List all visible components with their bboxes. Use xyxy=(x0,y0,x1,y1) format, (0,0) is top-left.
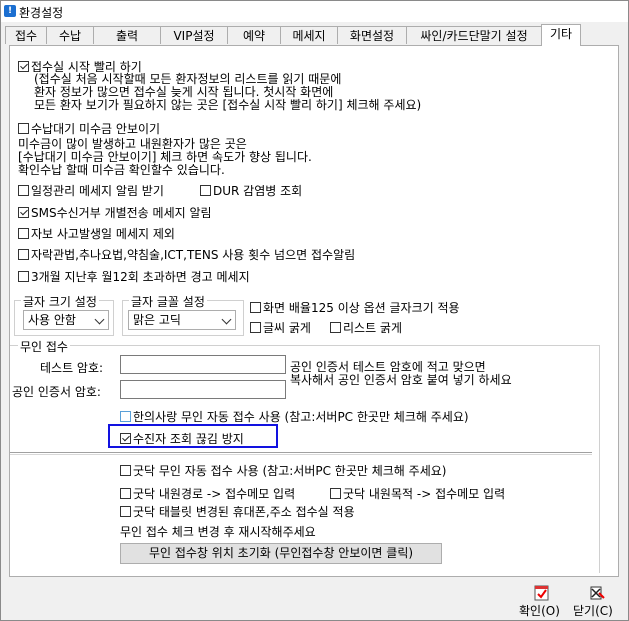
quick-start-checkbox[interactable] xyxy=(18,61,29,72)
gutdak-route-checkbox[interactable] xyxy=(120,488,131,499)
three-month-checkbox[interactable] xyxy=(18,271,29,282)
treatment-count-option[interactable]: 자락관법,추나요법,약침술,ICT,TENS 사용 횟수 넘으면 접수알림 xyxy=(18,246,355,263)
block-lookup-label: 수진자 조회 끊김 방지 xyxy=(133,432,244,446)
unpaid-hide-option[interactable]: 수납대기 미수금 안보이기 xyxy=(18,120,160,137)
tab-message[interactable]: 메세지 xyxy=(280,26,338,44)
tab-booking[interactable]: 예약 xyxy=(227,26,281,44)
gutdak-auto-checkbox[interactable] xyxy=(120,465,131,476)
dur-lookup-label: DUR 감염병 조회 xyxy=(213,184,303,198)
car-accident-option[interactable]: 자보 사고발생일 메세지 제외 xyxy=(18,225,175,242)
font-size-select[interactable]: 사용 안함 xyxy=(23,310,109,330)
oriental-auto-checkbox[interactable] xyxy=(120,411,131,422)
chevron-down-icon xyxy=(221,314,232,325)
car-accident-label: 자보 사고발생일 메세지 제외 xyxy=(31,227,175,241)
test-password-label: 테스트 암호: xyxy=(40,361,104,375)
gutdak-purpose-label: 굿닥 내원목적 -> 접수메모 입력 xyxy=(343,487,506,501)
tab-display[interactable]: 화면설정 xyxy=(337,26,407,44)
sms-reject-checkbox[interactable] xyxy=(18,207,29,218)
oriental-auto-option[interactable]: 한의사랑 무인 자동 접수 사용 (참고:서버PC 한곳만 체크해 주세요) xyxy=(120,408,469,425)
block-lookup-checkbox[interactable] xyxy=(120,433,131,444)
close-icon[interactable] xyxy=(589,584,607,601)
bold-list-option[interactable]: 리스트 굵게 xyxy=(330,319,402,336)
unpaid-hide-checkbox[interactable] xyxy=(18,123,29,134)
schedule-alarm-checkbox[interactable] xyxy=(18,185,29,196)
three-month-option[interactable]: 3개월 지난후 월12회 초과하면 경고 메세지 xyxy=(18,268,250,285)
three-month-label: 3개월 지난후 월12회 초과하면 경고 메세지 xyxy=(31,270,250,284)
cert-note-2: 복사해서 공인 인증서 암호 붙여 넣기 하세요 xyxy=(290,373,512,387)
font-size-group: 글자 크기 설정 사용 안함 xyxy=(14,293,114,336)
font-face-group: 글자 글꼴 설정 맑은 고딕 xyxy=(122,293,244,336)
treatment-count-checkbox[interactable] xyxy=(18,249,29,260)
bold-text-option[interactable]: 글씨 굵게 xyxy=(250,319,311,336)
unpaid-note-3: 확인수납 할때 미수금 확인할수 있습니다. xyxy=(18,163,225,177)
dur-lookup-option[interactable]: DUR 감염병 조회 xyxy=(200,182,302,199)
car-accident-checkbox[interactable] xyxy=(18,228,29,239)
divider xyxy=(10,454,592,455)
tab-payment[interactable]: 수납 xyxy=(46,26,94,44)
gutdak-tablet-label: 굿닥 태블릿 변경된 휴대폰,주소 접수실 적용 xyxy=(133,505,355,519)
confirm-button[interactable]: 확인(O) xyxy=(519,602,560,619)
zoom125-option[interactable]: 화면 배율125 이상 옵션 글자크기 적용 xyxy=(250,299,460,316)
reset-position-button[interactable]: 무인 접수창 위치 초기화 (무인접수창 안보이면 클릭) xyxy=(120,543,442,564)
gutdak-route-option[interactable]: 굿닥 내원경로 -> 접수메모 입력 xyxy=(120,485,295,502)
bold-list-label: 리스트 굵게 xyxy=(343,321,403,335)
gutdak-auto-option[interactable]: 굿닥 무인 자동 접수 사용 (참고:서버PC 한곳만 체크해 주세요) xyxy=(120,462,446,479)
gutdak-tablet-option[interactable]: 굿닥 태블릿 변경된 휴대폰,주소 접수실 적용 xyxy=(120,503,355,520)
tab-etc[interactable]: 기타 xyxy=(541,24,581,46)
unmanned-group-label: 무인 접수 xyxy=(18,338,70,355)
font-face-value: 맑은 고딕 xyxy=(133,313,181,327)
quick-start-note-3: 모든 환자 보기가 필요하지 않는 곳은 [접수실 시작 빨리 하기] 체크해 … xyxy=(34,98,422,112)
oriental-auto-label: 한의사랑 무인 자동 접수 사용 (참고:서버PC 한곳만 체크해 주세요) xyxy=(133,410,469,424)
gutdak-purpose-option[interactable]: 굿닥 내원목적 -> 접수메모 입력 xyxy=(330,485,505,502)
test-password-input[interactable] xyxy=(120,355,286,374)
cert-password-label: 공인 인증서 암호: xyxy=(12,385,101,399)
cert-password-input[interactable] xyxy=(120,380,286,399)
dur-lookup-checkbox[interactable] xyxy=(200,185,211,196)
window-title: 환경설정 xyxy=(19,6,64,20)
zoom125-checkbox[interactable] xyxy=(250,302,261,313)
sms-reject-option[interactable]: SMS수신거부 개별전송 메세지 알림 xyxy=(18,204,212,221)
schedule-alarm-option[interactable]: 일정관리 메세지 알림 받기 xyxy=(18,182,164,199)
tab-vip[interactable]: VIP설정 xyxy=(160,26,228,44)
tab-print[interactable]: 출력 xyxy=(93,26,161,44)
block-lookup-option[interactable]: 수진자 조회 끊김 방지 xyxy=(120,430,244,447)
gutdak-purpose-checkbox[interactable] xyxy=(330,488,341,499)
bold-text-label: 글씨 굵게 xyxy=(263,321,311,335)
tab-sign-card[interactable]: 싸인/카드단말기 설정 xyxy=(406,26,542,44)
font-face-select[interactable]: 맑은 고딕 xyxy=(128,310,236,330)
bold-text-checkbox[interactable] xyxy=(250,322,261,333)
close-button[interactable]: 닫기(C) xyxy=(573,602,613,619)
gutdak-auto-label: 굿닥 무인 자동 접수 사용 (참고:서버PC 한곳만 체크해 주세요) xyxy=(133,464,447,478)
confirm-icon[interactable] xyxy=(534,584,550,601)
font-size-group-label: 글자 크기 설정 xyxy=(21,293,99,310)
tab-reception[interactable]: 접수 xyxy=(5,26,47,44)
font-face-group-label: 글자 글꼴 설정 xyxy=(129,293,207,310)
app-icon: ! xyxy=(4,5,16,17)
schedule-alarm-label: 일정관리 메세지 알림 받기 xyxy=(31,184,164,198)
restart-note: 무인 접수 체크 변경 후 재시작해주세요 xyxy=(120,525,316,539)
zoom125-label: 화면 배율125 이상 옵션 글자크기 적용 xyxy=(263,301,460,315)
divider xyxy=(10,452,592,453)
gutdak-tablet-checkbox[interactable] xyxy=(120,506,131,517)
treatment-count-label: 자락관법,추나요법,약침술,ICT,TENS 사용 횟수 넘으면 접수알림 xyxy=(31,248,356,262)
chevron-down-icon xyxy=(94,314,105,325)
bold-list-checkbox[interactable] xyxy=(330,322,341,333)
gutdak-route-label: 굿닥 내원경로 -> 접수메모 입력 xyxy=(133,487,296,501)
title-bar: ! 환경설정 xyxy=(1,1,628,22)
settings-panel: 접수실 시작 빨리 하기 (접수실 처음 시작할때 모든 환자정보의 리스트를 … xyxy=(9,45,619,577)
font-size-value: 사용 안함 xyxy=(28,313,76,327)
sms-reject-label: SMS수신거부 개별전송 메세지 알림 xyxy=(31,206,212,220)
settings-window: ! 환경설정 접수 수납 출력 VIP설정 예약 메세지 화면설정 싸인/카드단… xyxy=(0,0,629,621)
unpaid-hide-label: 수납대기 미수금 안보이기 xyxy=(31,122,161,136)
tab-strip: 접수 수납 출력 VIP설정 예약 메세지 화면설정 싸인/카드단말기 설정 기… xyxy=(5,24,624,46)
